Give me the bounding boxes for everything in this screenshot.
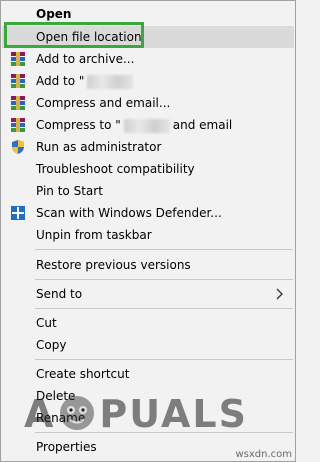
menu-item-label: Send to (36, 287, 83, 301)
menu-item-compress-to-and-email[interactable]: Compress to " and email (2, 114, 294, 136)
winrar-icon (11, 74, 25, 88)
menu-item-label: Restore previous versions (36, 258, 191, 272)
menu-item-add-to-archive[interactable]: Add to archive... (2, 48, 294, 70)
menu-item-troubleshoot-compatibility[interactable]: Troubleshoot compatibility (2, 158, 294, 180)
menu-item-label: Cut (36, 316, 57, 330)
menu-item-compress-and-email[interactable]: Compress and email... (2, 92, 294, 114)
site-watermark: wsxdn.com (235, 449, 292, 460)
menu-item-unpin-from-taskbar[interactable]: Unpin from taskbar (2, 224, 294, 246)
menu-item-label: Compress and email... (36, 96, 171, 110)
menu-item-send-to[interactable]: Send to (2, 283, 294, 305)
menu-separator (35, 279, 293, 280)
menu-item-copy[interactable]: Copy (2, 334, 294, 356)
windows-defender-icon (11, 206, 25, 220)
menu-item-label: Copy (36, 338, 67, 352)
winrar-icon (11, 96, 25, 110)
menu-item-add-to-named-archive[interactable]: Add to " (2, 70, 294, 92)
menu-item-label: Troubleshoot compatibility (36, 162, 195, 176)
menu-item-label: Scan with Windows Defender... (36, 206, 222, 220)
menu-separator (35, 249, 293, 250)
menu-separator (35, 359, 293, 360)
menu-item-label-suffix: and email (172, 118, 233, 132)
annotation-highlight-box (4, 22, 144, 48)
menu-item-restore-previous-versions[interactable]: Restore previous versions (2, 254, 294, 276)
watermark-text-right: PUALS (99, 392, 248, 436)
menu-item-label: Compress to " (36, 118, 121, 132)
menu-item-label: Create shortcut (36, 367, 130, 381)
menu-item-create-shortcut[interactable]: Create shortcut (2, 363, 294, 385)
menu-item-label-wrap: Compress to " and email (36, 114, 232, 136)
redacted-filename (123, 118, 170, 133)
menu-item-pin-to-start[interactable]: Pin to Start (2, 180, 294, 202)
menu-separator (35, 308, 293, 309)
menu-item-label: Pin to Start (36, 184, 103, 198)
mascot-icon (60, 396, 95, 430)
menu-item-label: Add to " (36, 74, 85, 88)
watermark: A PUALS (24, 392, 248, 436)
winrar-icon (11, 118, 25, 132)
menu-item-label-wrap: Add to " (36, 70, 136, 92)
redacted-filename (87, 74, 134, 89)
menu-item-label: Unpin from taskbar (36, 228, 152, 242)
menu-item-label: Properties (36, 440, 97, 454)
uac-shield-icon (12, 140, 24, 154)
menu-item-label: Run as administrator (36, 140, 162, 154)
watermark-text-left: A (24, 392, 56, 436)
menu-item-cut[interactable]: Cut (2, 312, 294, 334)
winrar-icon (11, 52, 25, 66)
menu-item-scan-with-windows-defender[interactable]: Scan with Windows Defender... (2, 202, 294, 224)
menu-item-run-as-administrator[interactable]: Run as administrator (2, 136, 294, 158)
menu-item-label: Add to archive... (36, 52, 135, 66)
chevron-right-icon (276, 288, 283, 300)
